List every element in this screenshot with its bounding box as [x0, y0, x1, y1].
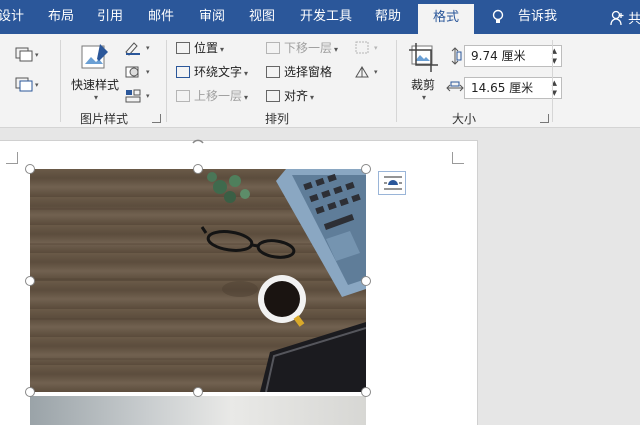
adjust-button-1[interactable]: ▾ — [6, 46, 40, 64]
tab-mailings[interactable]: 邮件 — [148, 0, 174, 34]
tablet-device — [260, 322, 366, 392]
lightbulb-icon[interactable] — [492, 9, 504, 25]
dialog-launcher-icon[interactable] — [152, 114, 161, 123]
chevron-down-icon: ▾ — [421, 93, 426, 102]
shape-height-field[interactable]: 9.74 厘米 ▲ ▼ — [464, 45, 562, 67]
share-button[interactable]: 共 — [610, 8, 640, 27]
crop-icon — [408, 42, 438, 72]
svg-text:▾: ▾ — [146, 44, 150, 52]
crop-button[interactable]: 裁剪 ▾ — [404, 40, 442, 104]
wrap-text-icon — [176, 65, 190, 78]
resize-handle-right[interactable] — [361, 276, 371, 286]
svg-text:▾: ▾ — [374, 68, 378, 76]
margin-marker — [6, 152, 18, 164]
picture-styles-group-label: 图片样式 — [80, 112, 129, 126]
layout-options-button[interactable] — [378, 171, 406, 195]
shape-width-field[interactable]: 14.65 厘米 ▲ ▼ — [464, 77, 562, 99]
chevron-down-icon: ▾ — [244, 93, 249, 102]
resize-handle-top[interactable] — [193, 164, 203, 174]
bring-forward-icon — [176, 89, 190, 102]
ribbon-panel: ▾ ▾ 快速样式 ▾ ▾ ▾ ▾ 图片样式 位置 ▾ 环绕文字 ▾ 上移一层 ▾ 下移… — [0, 34, 640, 128]
selection-pane-icon — [266, 65, 280, 78]
selected-picture[interactable] — [30, 169, 366, 392]
rotate-objects-button[interactable]: ▾ — [354, 64, 384, 83]
crop-label: 裁剪 — [410, 78, 435, 92]
resize-handle-top-left[interactable] — [25, 164, 35, 174]
rotate-handle-icon[interactable] — [190, 133, 206, 148]
svg-text:▾: ▾ — [35, 51, 39, 59]
resize-handle-top-right[interactable] — [361, 164, 371, 174]
layout-options-icon — [383, 175, 403, 194]
tab-view[interactable]: 视图 — [249, 0, 275, 34]
bring-forward-label: 上移一层 — [194, 89, 243, 103]
picture-effects-button[interactable]: ▾ — [124, 64, 154, 83]
send-backward-button[interactable]: 下移一层 ▾ — [266, 38, 338, 58]
chevron-down-icon: ▾ — [93, 93, 98, 102]
svg-text:▾: ▾ — [146, 68, 150, 76]
coffee-cup — [258, 275, 306, 327]
group-separator — [552, 40, 553, 122]
chevron-down-icon: ▾ — [220, 45, 225, 54]
group-separator — [60, 40, 61, 122]
group-separator — [396, 40, 397, 122]
position-icon — [176, 41, 190, 54]
tab-review[interactable]: 审阅 — [199, 0, 225, 34]
svg-text:▾: ▾ — [146, 92, 150, 100]
tab-design[interactable]: 设计 — [0, 0, 24, 34]
position-button[interactable]: 位置 ▾ — [176, 38, 224, 58]
tab-help[interactable]: 帮助 — [375, 0, 401, 34]
quick-styles-button[interactable]: 快速样式 ▾ — [66, 40, 124, 104]
quick-styles-label: 快速样式 — [70, 78, 119, 92]
tab-format[interactable]: 格式 — [418, 4, 474, 34]
align-icon — [266, 89, 280, 102]
margin-marker — [452, 152, 464, 164]
size-group-label: 大小 — [452, 112, 477, 126]
quick-styles-icon — [80, 42, 110, 72]
picture-border-button[interactable]: ▾ — [124, 40, 154, 59]
group-objects-button[interactable]: ▾ — [354, 40, 384, 59]
tell-me-search[interactable]: 告诉我 — [518, 0, 557, 34]
width-icon — [446, 81, 464, 98]
picture-layout-button[interactable]: ▾ — [124, 88, 154, 107]
next-picture[interactable] — [30, 396, 366, 425]
send-backward-icon — [266, 41, 280, 54]
adjust-button-2[interactable]: ▾ — [6, 76, 40, 95]
bring-forward-button[interactable]: 上移一层 ▾ — [176, 86, 248, 106]
position-label: 位置 — [194, 41, 219, 55]
send-backward-label: 下移一层 — [284, 41, 333, 55]
wrap-text-label: 环绕文字 — [194, 65, 243, 79]
chevron-down-icon: ▾ — [244, 69, 249, 78]
group-separator — [166, 40, 167, 122]
height-icon — [448, 47, 462, 68]
share-label: 共 — [628, 12, 640, 27]
eyeglasses — [200, 226, 296, 259]
chevron-down-icon: ▾ — [334, 45, 339, 54]
resize-handle-bottom[interactable] — [193, 387, 203, 397]
tab-developer[interactable]: 开发工具 — [300, 0, 352, 34]
align-label: 对齐 — [284, 89, 309, 103]
selection-pane-button[interactable]: 选择窗格 — [266, 62, 332, 82]
ribbon-tab-bar: 设计 布局 引用 邮件 审阅 视图 开发工具 帮助 格式 告诉我 共 — [0, 0, 640, 34]
chevron-down-icon: ▾ — [310, 93, 315, 102]
svg-text:▾: ▾ — [374, 44, 378, 52]
desk-photo-illustration — [30, 169, 366, 392]
dialog-launcher-icon[interactable] — [540, 114, 549, 123]
shape-height-value: 9.74 厘米 — [471, 49, 526, 63]
resize-handle-left[interactable] — [25, 276, 35, 286]
tab-references[interactable]: 引用 — [97, 0, 123, 34]
arrange-group-label: 排列 — [265, 112, 290, 126]
resize-handle-bottom-left[interactable] — [25, 387, 35, 397]
selection-pane-label: 选择窗格 — [284, 65, 333, 79]
align-button[interactable]: 对齐 ▾ — [266, 86, 314, 106]
shape-width-value: 14.65 厘米 — [471, 81, 534, 95]
svg-text:▾: ▾ — [35, 81, 39, 89]
wrap-text-button[interactable]: 环绕文字 ▾ — [176, 62, 248, 82]
person-icon — [610, 10, 624, 30]
tab-layout[interactable]: 布局 — [48, 0, 74, 34]
resize-handle-bottom-right[interactable] — [361, 387, 371, 397]
plant-sprig — [207, 172, 250, 203]
